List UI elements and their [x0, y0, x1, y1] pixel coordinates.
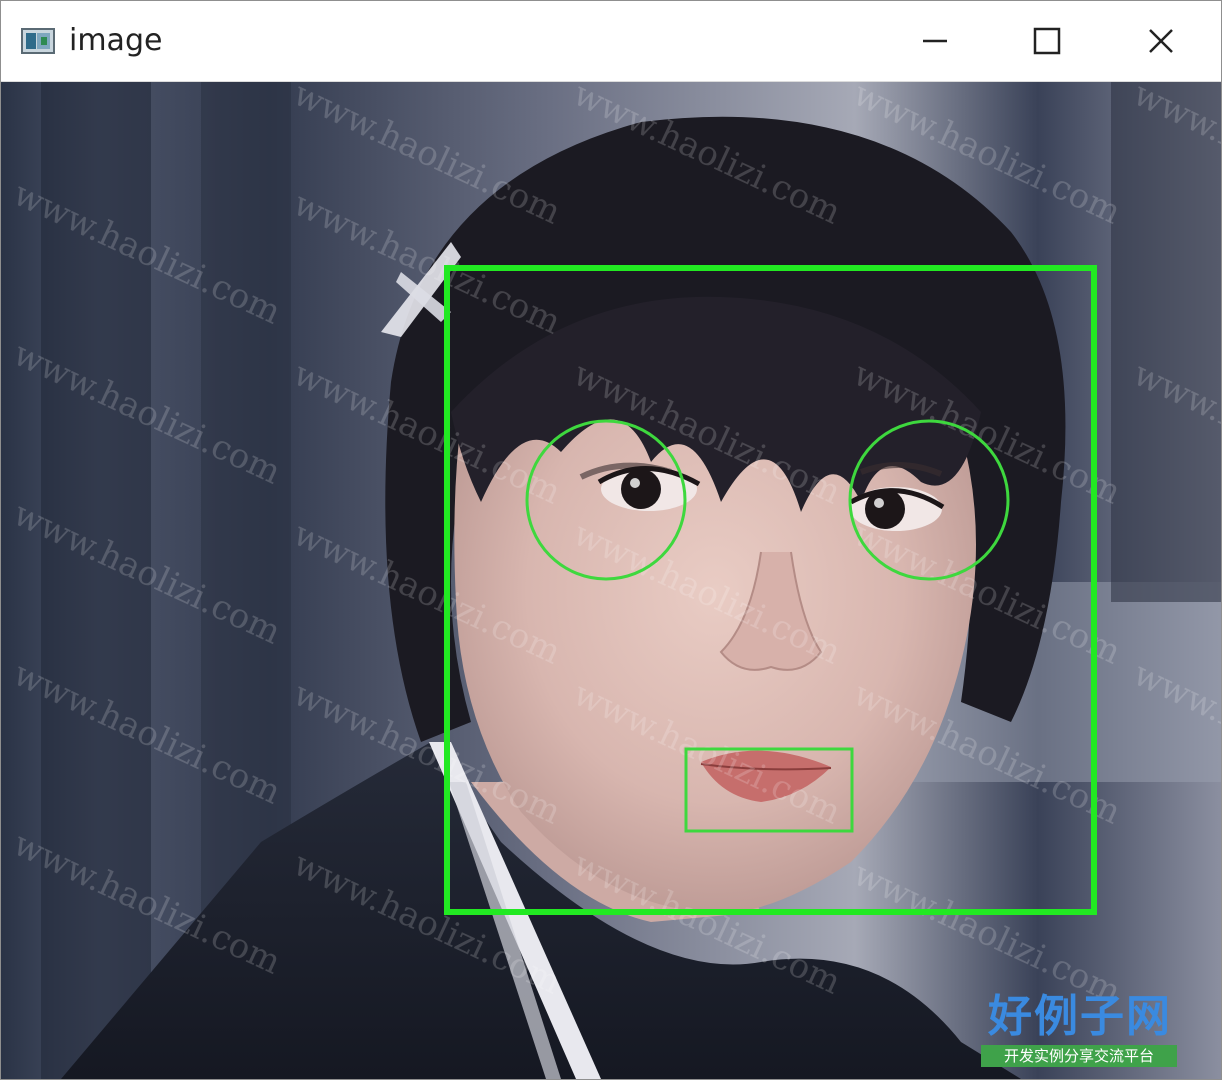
image-canvas: www.haolizi.com www.haolizi.com www.haol… — [1, 82, 1221, 1079]
image-window: image www.haolizi.com www.haolizi.com ww… — [0, 0, 1222, 1080]
window-title: image — [69, 23, 163, 58]
app-icon — [21, 27, 55, 55]
logo-title: 好例子网 — [988, 991, 1172, 1042]
close-icon — [1149, 29, 1173, 53]
maximize-icon — [1033, 27, 1061, 55]
minimize-button[interactable] — [899, 13, 971, 69]
site-logo-watermark: 好例子网 开发实例分享交流平台 — [979, 991, 1181, 1069]
photo-scene: www.haolizi.com www.haolizi.com www.haol… — [1, 82, 1221, 1079]
logo-subtitle: 开发实例分享交流平台 — [981, 1045, 1177, 1067]
title-bar[interactable]: image — [1, 1, 1221, 82]
minimize-icon — [923, 39, 947, 43]
maximize-button[interactable] — [1011, 13, 1083, 69]
close-button[interactable] — [1125, 13, 1197, 69]
